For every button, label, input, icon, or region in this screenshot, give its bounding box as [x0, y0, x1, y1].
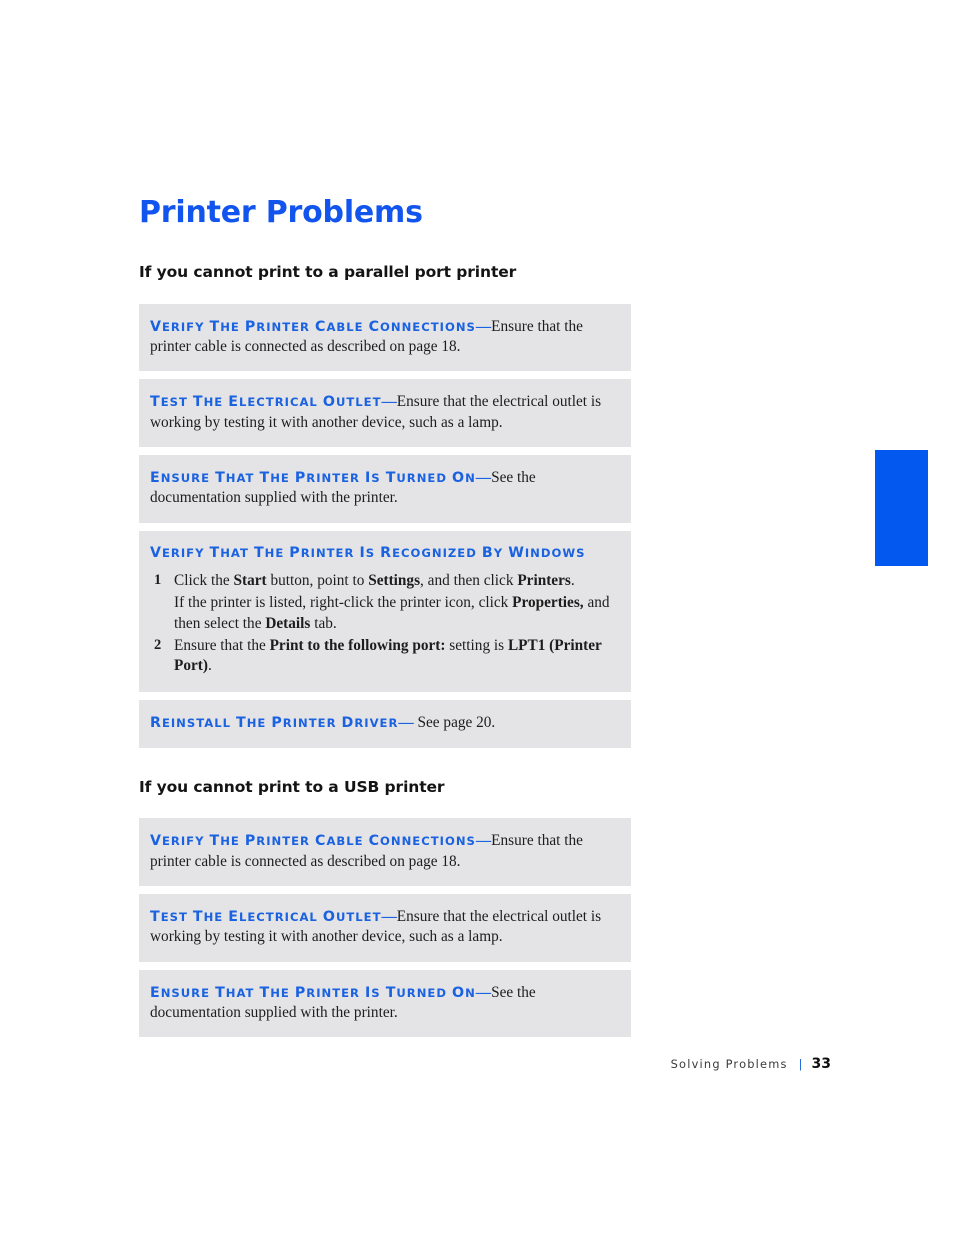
tip-box: VERIFY THE PRINTER CABLE CONNECTIONS—Ens… [139, 818, 631, 887]
tip-heading: TEST THE ELECTRICAL OUTLET [150, 909, 382, 926]
section-heading-usb: If you cannot print to a USB printer [139, 777, 445, 796]
tip-text: VERIFY THE PRINTER CABLE CONNECTIONS—Ens… [150, 317, 620, 358]
tip-dash: — [381, 908, 397, 926]
tip-box: REINSTALL THE PRINTER DRIVER— See page 2… [139, 700, 631, 748]
tip-text: ENSURE THAT THE PRINTER IS TURNED ON—See… [150, 468, 620, 509]
tip-text: TEST THE ELECTRICAL OUTLET—Ensure that t… [150, 392, 620, 433]
step-list: 1 Click the Start button, point to Settin… [150, 571, 620, 678]
step-text-part: . [207, 657, 212, 675]
tip-text: TEST THE ELECTRICAL OUTLET—Ensure that t… [150, 907, 620, 948]
page-footer: Solving Problems | 33 [0, 1056, 831, 1072]
list-item: 1 Click the Start button, point to Settin… [150, 571, 620, 635]
step-text-part: tab. [310, 614, 337, 632]
section-heading-parallel: If you cannot print to a parallel port p… [139, 263, 517, 281]
tip-box: TEST THE ELECTRICAL OUTLET—Ensure that t… [139, 379, 631, 447]
tip-dash: — [381, 393, 397, 411]
tip-box: ENSURE THAT THE PRINTER IS TURNED ON—See… [139, 454, 631, 523]
tip-text: VERIFY THE PRINTER CABLE CONNECTIONS—Ens… [150, 831, 620, 872]
tip-text: ENSURE THAT THE PRINTER IS TURNED ON—See… [150, 983, 620, 1024]
tip-heading: ENSURE THAT THE PRINTER IS TURNED ON [150, 984, 476, 1001]
step-bold-details: Details [265, 614, 311, 632]
step-number: 2 [154, 636, 162, 653]
tip-dash: — [398, 714, 414, 732]
tip-heading: REINSTALL THE PRINTER DRIVER [150, 715, 399, 732]
step-text-part: , and then click [420, 571, 518, 589]
tip-heading-line: VERIFY THAT THE PRINTER IS RECOGNIZED BY… [150, 544, 620, 562]
tip-heading: ENSURE THAT THE PRINTER IS TURNED ON [150, 469, 476, 486]
tip-dash: — [475, 832, 492, 850]
tip-dash: — [475, 317, 492, 335]
step-bold-properties: Properties, [512, 593, 584, 611]
step-subtext: If the printer is listed, right-click th… [174, 593, 620, 635]
tip-dash: — [475, 983, 492, 1001]
page-number: 33 [811, 1056, 831, 1072]
tip-heading: VERIFY THE PRINTER CABLE CONNECTIONS [150, 833, 476, 850]
step-text-part: . [570, 571, 575, 589]
document-page: Printer Problems If you cannot print to … [0, 0, 954, 1235]
tip-box: VERIFY THE PRINTER CABLE CONNECTIONS—Ens… [139, 303, 631, 372]
step-number: 1 [154, 571, 162, 588]
tip-heading: VERIFY THAT THE PRINTER IS RECOGNIZED BY… [150, 544, 586, 561]
step-text-part: setting is [445, 636, 508, 654]
page-title: Printer Problems [139, 195, 423, 230]
tip-box: TEST THE ELECTRICAL OUTLET—Ensure that t… [139, 894, 631, 962]
tip-box: ENSURE THAT THE PRINTER IS TURNED ON—See… [139, 969, 631, 1038]
step-bold-port-setting: Print to the following port: [269, 636, 446, 654]
step-text-part: If the printer is listed, right-click th… [174, 593, 513, 611]
step-bold-printers: Printers [517, 571, 571, 589]
tip-box-steps: VERIFY THAT THE PRINTER IS RECOGNIZED BY… [139, 530, 631, 693]
footer-separator: | [798, 1057, 803, 1071]
list-item: 2 Ensure that the Print to the following … [150, 636, 620, 678]
tip-heading: VERIFY THE PRINTER CABLE CONNECTIONS [150, 318, 476, 335]
page-content: Printer Problems If you cannot print to … [139, 196, 631, 1045]
step-bold-settings: Settings [368, 571, 421, 589]
tip-text: REINSTALL THE PRINTER DRIVER— See page 2… [150, 713, 620, 733]
step-text-part: Ensure that the [174, 636, 270, 654]
step-text-part: Click the [174, 571, 234, 589]
tip-body: See page 20. [413, 714, 496, 732]
step-bold-start: Start [233, 571, 267, 589]
tip-heading: TEST THE ELECTRICAL OUTLET [150, 394, 382, 411]
footer-chapter-label: Solving Problems [670, 1057, 788, 1071]
step-text-part: button, point to [266, 571, 369, 589]
chapter-tab-marker [875, 450, 928, 566]
tip-dash: — [475, 468, 492, 486]
